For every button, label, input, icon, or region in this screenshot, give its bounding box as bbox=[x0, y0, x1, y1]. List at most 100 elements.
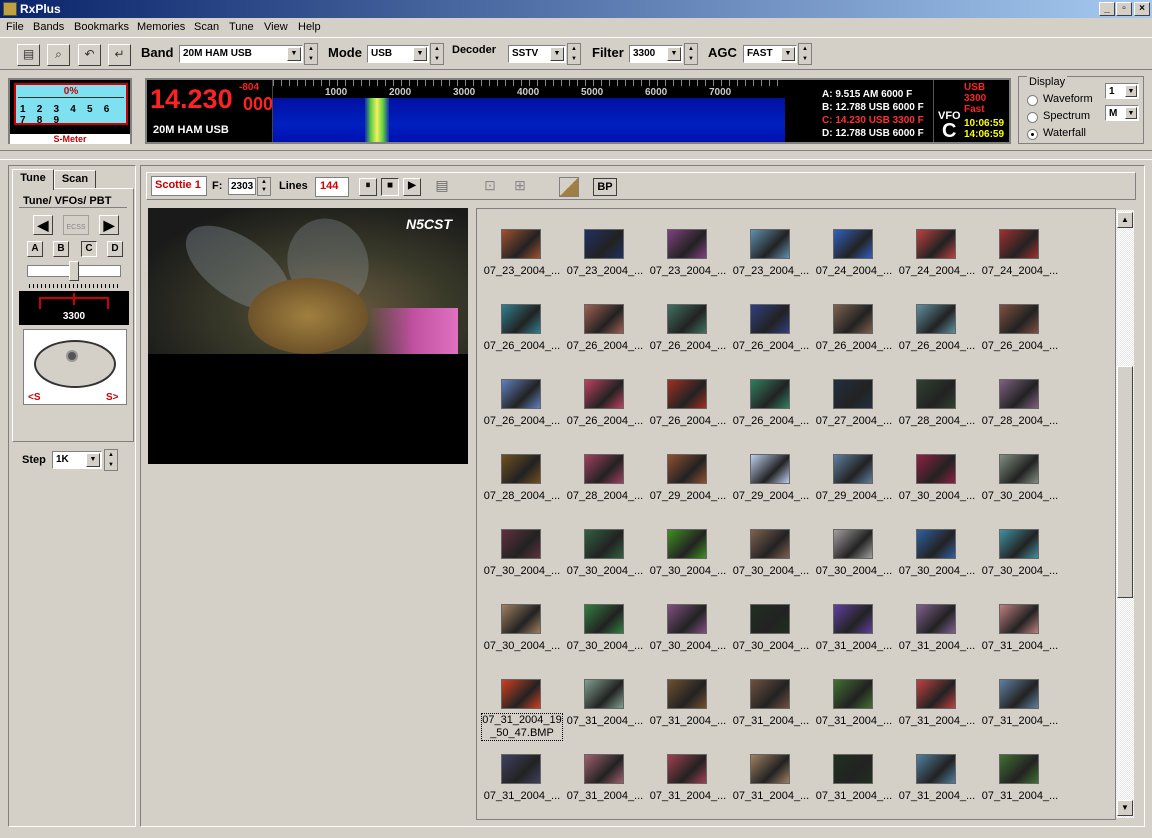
gallery-thumbnail[interactable]: 07_26_2004_... bbox=[730, 290, 812, 365]
band-select[interactable]: 20M HAM USB ▼ bbox=[179, 45, 303, 63]
gallery-thumbnail[interactable]: 07_31_2004_... bbox=[481, 740, 563, 815]
gallery-thumbnail[interactable]: 07_30_2004_... bbox=[481, 590, 563, 665]
gallery-thumbnail[interactable]: 07_30_2004_... bbox=[979, 515, 1061, 590]
gallery-thumbnail[interactable]: 07_29_2004_... bbox=[647, 440, 729, 515]
tune-left-button[interactable]: ◀ bbox=[33, 215, 53, 235]
vfo-d[interactable]: D: 12.788 USB 6000 F bbox=[822, 127, 924, 140]
gallery-thumbnail[interactable]: 07_28_2004_... bbox=[979, 365, 1061, 440]
gallery-thumbnail[interactable]: 07_30_2004_... bbox=[896, 440, 978, 515]
list-icon[interactable]: ▤ bbox=[17, 44, 40, 66]
gallery-scrollbar[interactable]: ▲ ▼ bbox=[1116, 210, 1134, 818]
waterfall-display[interactable]: 1000 2000 3000 4000 5000 6000 7000 bbox=[272, 80, 785, 142]
pbt-slider-handle[interactable] bbox=[69, 261, 79, 281]
gallery-thumbnail[interactable]: 07_30_2004_... bbox=[647, 590, 729, 665]
gallery-thumbnail[interactable]: 07_29_2004_... bbox=[730, 440, 812, 515]
gallery-thumbnail[interactable]: 07_31_2004_... bbox=[813, 740, 895, 815]
gallery-thumbnail[interactable]: 07_29_2004_... bbox=[813, 440, 895, 515]
tab-scan[interactable]: Scan bbox=[54, 170, 96, 189]
gallery-thumbnail[interactable]: 07_23_2004_... bbox=[564, 215, 646, 290]
gallery-thumbnail[interactable]: 07_30_2004_... bbox=[481, 515, 563, 590]
vfo-a[interactable]: A: 9.515 AM 6000 F bbox=[822, 88, 924, 101]
scroll-up-button[interactable]: ▲ bbox=[1117, 212, 1133, 228]
play-icon[interactable]: ▶ bbox=[403, 178, 421, 196]
vfo-a-button[interactable]: A bbox=[27, 241, 43, 257]
gallery-thumbnail[interactable]: 07_31_2004_19_50_47.BMP bbox=[481, 665, 563, 741]
gallery-thumbnail[interactable]: 07_31_2004_... bbox=[979, 665, 1061, 740]
gallery-thumbnail[interactable]: 07_31_2004_... bbox=[896, 665, 978, 740]
gallery-thumbnail[interactable]: 07_23_2004_... bbox=[647, 215, 729, 290]
gallery-thumbnail[interactable]: 07_31_2004_... bbox=[564, 665, 646, 740]
step-spinner[interactable]: ▲ ▼ bbox=[104, 449, 118, 471]
gallery-thumbnail[interactable]: 07_31_2004_... bbox=[647, 740, 729, 815]
tab-tune[interactable]: Tune bbox=[12, 169, 54, 190]
gallery-thumbnail[interactable]: 07_30_2004_... bbox=[979, 440, 1061, 515]
gallery-thumbnail[interactable]: 07_23_2004_... bbox=[481, 215, 563, 290]
scroll-down-button[interactable]: ▼ bbox=[1117, 800, 1133, 816]
menu-view[interactable]: View bbox=[264, 21, 288, 33]
gallery-thumbnail[interactable]: 07_26_2004_... bbox=[730, 365, 812, 440]
scroll-thumb[interactable] bbox=[1117, 366, 1133, 598]
gallery-thumbnail[interactable]: 07_28_2004_... bbox=[564, 440, 646, 515]
menu-bands[interactable]: Bands bbox=[33, 21, 64, 33]
sstv-mode-field[interactable]: Scottie 1 bbox=[151, 176, 207, 196]
gallery-thumbnail[interactable]: 07_31_2004_... bbox=[979, 590, 1061, 665]
menu-file[interactable]: File bbox=[6, 21, 24, 33]
gallery-thumbnail[interactable]: 07_30_2004_... bbox=[896, 515, 978, 590]
slant-icon[interactable] bbox=[559, 177, 579, 197]
vfo-b[interactable]: B: 12.788 USB 6000 F bbox=[822, 101, 924, 114]
maximize-button[interactable]: ▫ bbox=[1116, 2, 1132, 16]
gallery-thumbnail[interactable]: 07_26_2004_... bbox=[564, 365, 646, 440]
gallery-thumbnail[interactable]: 07_31_2004_... bbox=[730, 665, 812, 740]
menu-memories[interactable]: Memories bbox=[137, 21, 185, 33]
band-spinner[interactable]: ▲ ▼ bbox=[304, 43, 318, 65]
step-select[interactable]: 1K ▼ bbox=[52, 451, 102, 469]
gallery-thumbnail[interactable]: 07_24_2004_... bbox=[979, 215, 1061, 290]
gallery-thumbnail[interactable]: 07_26_2004_... bbox=[481, 365, 563, 440]
tune-right-button[interactable]: ▶ bbox=[99, 215, 119, 235]
gallery-thumbnail[interactable]: 07_26_2004_... bbox=[564, 290, 646, 365]
gallery-thumbnail[interactable]: 07_31_2004_... bbox=[979, 740, 1061, 815]
gallery-thumbnail[interactable]: 07_31_2004_... bbox=[564, 740, 646, 815]
gallery-thumbnail[interactable]: 07_31_2004_... bbox=[813, 590, 895, 665]
gallery-thumbnail[interactable]: 07_26_2004_... bbox=[647, 365, 729, 440]
filter-select[interactable]: 3300 ▼ bbox=[629, 45, 683, 63]
gallery-thumbnail[interactable]: 07_31_2004_... bbox=[813, 665, 895, 740]
close-button[interactable]: × bbox=[1134, 2, 1150, 16]
decoder-spinner[interactable]: ▲ ▼ bbox=[567, 43, 581, 65]
menu-tune[interactable]: Tune bbox=[229, 21, 254, 33]
gallery-thumbnail[interactable]: 07_26_2004_... bbox=[481, 290, 563, 365]
f-spinner[interactable]: ▲ ▼ bbox=[257, 177, 271, 196]
menu-bookmarks[interactable]: Bookmarks bbox=[74, 21, 129, 33]
return-icon[interactable]: ↵ bbox=[108, 44, 131, 66]
pause-icon[interactable]: ⏸ bbox=[359, 178, 377, 196]
tuning-knob[interactable] bbox=[34, 340, 116, 388]
gallery-thumbnail[interactable]: 07_28_2004_... bbox=[896, 365, 978, 440]
menu-scan[interactable]: Scan bbox=[194, 21, 219, 33]
decoder-select[interactable]: SSTV ▼ bbox=[508, 45, 566, 63]
mode-spinner[interactable]: ▲ ▼ bbox=[430, 43, 444, 65]
filter-spinner[interactable]: ▲ ▼ bbox=[684, 43, 698, 65]
gallery-thumbnail[interactable]: 07_28_2004_... bbox=[481, 440, 563, 515]
gallery-thumbnail[interactable]: 07_30_2004_... bbox=[647, 515, 729, 590]
mode-select[interactable]: USB ▼ bbox=[367, 45, 429, 63]
gallery-thumbnail[interactable]: 07_31_2004_... bbox=[730, 740, 812, 815]
display-combo-2[interactable]: M ▼ bbox=[1105, 105, 1139, 121]
f-value-field[interactable]: 2303 bbox=[228, 178, 256, 195]
save-icon[interactable]: ▤ bbox=[433, 177, 451, 197]
gallery-thumbnail[interactable]: 07_26_2004_... bbox=[979, 290, 1061, 365]
grid-icon[interactable]: ⊞ bbox=[511, 177, 529, 197]
gallery-thumbnail[interactable]: 07_31_2004_... bbox=[896, 590, 978, 665]
stop-icon[interactable]: ■ bbox=[381, 178, 399, 196]
preview-icon[interactable]: ⌕ bbox=[47, 44, 70, 66]
minimize-button[interactable]: _ bbox=[1099, 2, 1115, 16]
agc-select[interactable]: FAST ▼ bbox=[743, 45, 797, 63]
gallery-thumbnail[interactable]: 07_24_2004_... bbox=[813, 215, 895, 290]
vfo-d-button[interactable]: D bbox=[107, 241, 123, 257]
display-combo-1[interactable]: 1 ▼ bbox=[1105, 83, 1139, 99]
vfo-c[interactable]: C: 14.230 USB 3300 F bbox=[822, 114, 924, 127]
gallery-thumbnail[interactable]: 07_24_2004_... bbox=[896, 215, 978, 290]
bp-button[interactable]: BP bbox=[593, 178, 617, 196]
vfo-b-button[interactable]: B bbox=[53, 241, 69, 257]
gallery-thumbnail[interactable]: 07_27_2004_... bbox=[813, 365, 895, 440]
gallery-thumbnail[interactable]: 07_30_2004_... bbox=[730, 590, 812, 665]
